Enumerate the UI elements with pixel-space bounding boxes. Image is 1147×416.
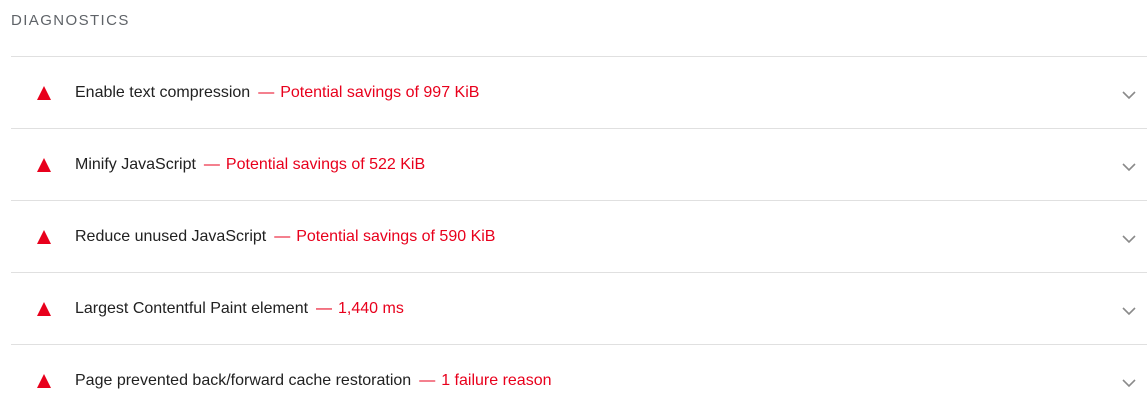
audit-display-value: Potential savings of 522 KiB [225,155,426,173]
chevron-down-icon[interactable] [1121,306,1137,316]
audit-row-minify-javascript[interactable]: Minify JavaScript — Potential savings of 5… [11,129,1147,201]
audit-title: Minify JavaScript [75,155,196,173]
audit-title: Largest Contentful Paint element [75,299,309,317]
audit-row-text-compression[interactable]: Enable text compression — Potential saving… [11,57,1147,129]
diagnostics-panel: DIAGNOSTICS Enable text compression — Pote… [0,0,1147,401]
warning-triangle-icon [37,157,51,172]
audit-separator: — [203,155,220,173]
warning-triangle-icon [37,229,51,244]
audit-title: Enable text compression [75,83,251,101]
warning-triangle-icon [37,85,51,100]
audit-separator: — [274,227,291,245]
audit-label: Reduce unused JavaScript — Potential savin… [75,228,495,246]
audit-list: Enable text compression — Potential saving… [11,56,1147,416]
audit-display-value: Potential savings of 590 KiB [296,227,496,245]
audit-label: Enable text compression — Potential saving… [75,84,479,102]
audit-title: Reduce unused JavaScript [75,227,267,245]
chevron-down-icon[interactable] [1121,90,1137,100]
audit-label: Minify JavaScript — Potential savings of 5… [75,156,425,174]
audit-display-value: Potential savings of 997 KiB [280,83,480,101]
audit-title: Page prevented back/forward cache restor… [75,371,412,389]
chevron-down-icon[interactable] [1121,234,1137,244]
audit-display-value: 1 failure reason [441,371,552,389]
audit-row-unused-javascript[interactable]: Reduce unused JavaScript — Potential savin… [11,201,1147,273]
audit-row-bfcache[interactable]: Page prevented back/forward cache restor… [11,345,1147,416]
audit-separator: — [258,83,275,101]
audit-separator: — [419,371,436,389]
audit-separator: — [316,299,333,317]
audit-label: Largest Contentful Paint element — 1,440 m… [75,300,404,318]
warning-triangle-icon [37,301,51,316]
audit-display-value: 1,440 ms [338,299,404,317]
warning-triangle-icon [37,373,51,388]
chevron-down-icon[interactable] [1121,378,1137,388]
audit-label: Page prevented back/forward cache restor… [75,372,552,390]
audit-row-lcp-element[interactable]: Largest Contentful Paint element — 1,440 m… [11,273,1147,345]
section-title: DIAGNOSTICS [11,12,130,29]
chevron-down-icon[interactable] [1121,162,1137,172]
